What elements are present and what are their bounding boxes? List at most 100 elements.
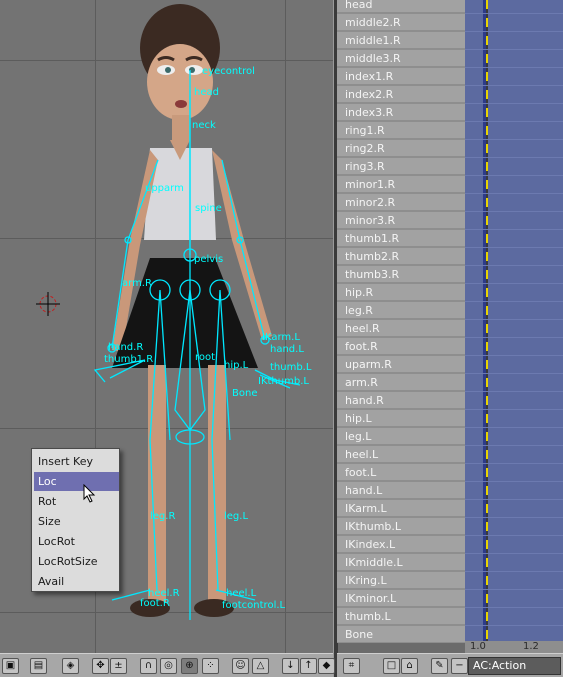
menu-item-avail[interactable]: Avail <box>34 572 119 591</box>
channel-ikmiddle-l[interactable]: IKmiddle.L <box>337 554 465 571</box>
channel-bone[interactable]: Bone <box>337 626 465 643</box>
channel-ikminor-l[interactable]: IKminor.L <box>337 590 465 607</box>
bone-label: hand.L <box>270 344 304 355</box>
bone-label: spine <box>195 203 222 214</box>
channel-index2-r[interactable]: index2.R <box>337 86 465 103</box>
channel-hip-r[interactable]: hip.R <box>337 284 465 301</box>
channel-minor3-r[interactable]: minor3.R <box>337 212 465 229</box>
action-timeline[interactable] <box>465 0 563 644</box>
timeline-row <box>465 31 563 32</box>
channel-thumb2-r[interactable]: thumb2.R <box>337 248 465 265</box>
timeline-row <box>465 247 563 248</box>
channel-middle2-r[interactable]: middle2.R <box>337 14 465 31</box>
timeline-row <box>465 373 563 374</box>
channel-thumb1-r[interactable]: thumb1.R <box>337 230 465 247</box>
channel-ikindex-l[interactable]: IKindex.L <box>337 536 465 553</box>
channel-arm-r[interactable]: arm.R <box>337 374 465 391</box>
channel-middle1-r[interactable]: middle1.R <box>337 32 465 49</box>
triangle-icon[interactable]: △ <box>252 658 269 674</box>
bone-label: foot.R <box>140 598 170 609</box>
keyframe-icon[interactable]: ◆ <box>318 658 335 674</box>
timeline-row <box>465 481 563 482</box>
channel-leg-l[interactable]: leg.L <box>337 428 465 445</box>
channel-ring1-r[interactable]: ring1.R <box>337 122 465 139</box>
layers-icon[interactable]: ▤ <box>30 658 47 674</box>
editor-type-icon[interactable]: ⌗ <box>343 658 360 674</box>
timeline-row <box>465 85 563 86</box>
home-icon[interactable]: ⌂ <box>401 658 418 674</box>
channel-thumb3-r[interactable]: thumb3.R <box>337 266 465 283</box>
timeline-row <box>465 553 563 554</box>
timeline-row <box>465 175 563 176</box>
channel-minor2-r[interactable]: minor2.R <box>337 194 465 211</box>
timeline-row <box>465 337 563 338</box>
channel-minor1-r[interactable]: minor1.R <box>337 176 465 193</box>
bone-label: Bone <box>232 388 258 399</box>
timeline-row <box>465 229 563 230</box>
timeline-row <box>465 49 563 50</box>
channel-heel-r[interactable]: heel.R <box>337 320 465 337</box>
bone-label: IKthumb.L <box>258 376 309 387</box>
bone-label: hip.L <box>224 360 249 371</box>
channel-ikthumb-l[interactable]: IKthumb.L <box>337 518 465 535</box>
proportional-icon[interactable]: ◎ <box>160 658 177 674</box>
timeline-row <box>465 121 563 122</box>
channel-middle3-r[interactable]: middle3.R <box>337 50 465 67</box>
menu-item-loc[interactable]: Loc <box>34 472 119 491</box>
menu-item-locrot[interactable]: LocRot <box>34 532 119 551</box>
channel-thumb-l[interactable]: thumb.L <box>337 608 465 625</box>
minus-icon[interactable]: − <box>451 658 468 674</box>
menu-item-rot[interactable]: Rot <box>34 492 119 511</box>
channel-ring3-r[interactable]: ring3.R <box>337 158 465 175</box>
3d-cursor-icon <box>36 292 60 316</box>
timeline-row <box>465 283 563 284</box>
arrow-down-icon[interactable]: ↓ <box>282 658 299 674</box>
snap-icon[interactable]: ⊕ <box>181 658 198 674</box>
frame-ruler[interactable]: 1.0 1.2 <box>465 641 563 653</box>
channel-index1-r[interactable]: index1.R <box>337 68 465 85</box>
render-icon[interactable]: ◈ <box>62 658 79 674</box>
timeline-row <box>465 427 563 428</box>
keyframe-column[interactable] <box>486 0 488 641</box>
channel-hip-l[interactable]: hip.L <box>337 410 465 427</box>
channel-list: head middle2.R middle1.R middle3.R index1.R i… <box>337 0 465 643</box>
pivot-icon[interactable]: ⁘ <box>202 658 219 674</box>
channel-foot-r[interactable]: foot.R <box>337 338 465 355</box>
action-name-field[interactable]: AC:Action <box>468 657 561 675</box>
timeline-row <box>465 535 563 536</box>
arrow-up-icon[interactable]: ↑ <box>300 658 317 674</box>
menu-item-locrotsize[interactable]: LocRotSize <box>34 552 119 571</box>
channel-hand-r[interactable]: hand.R <box>337 392 465 409</box>
smiley-icon[interactable]: ☺ <box>232 658 249 674</box>
timeline-row <box>465 13 563 14</box>
channel-uparm-r[interactable]: uparm.R <box>337 356 465 373</box>
bone-label: upparm <box>145 183 184 194</box>
timeline-row <box>465 319 563 320</box>
pin-icon[interactable]: ✎ <box>431 658 448 674</box>
timeline-row <box>465 157 563 158</box>
plus-minus-icon[interactable]: ± <box>110 658 127 674</box>
3d-view-header: ▣ ▤ ◈ ✥ ± ∩ ◎ ⊕ ⁘ ☺ △ ↓ ↑ ◆ <box>0 653 335 677</box>
channel-ikring-l[interactable]: IKring.L <box>337 572 465 589</box>
channel-foot-l[interactable]: foot.L <box>337 464 465 481</box>
channel-head[interactable]: head <box>337 0 465 13</box>
bone-label: leg.L <box>224 511 249 522</box>
channel-ikarm-l[interactable]: IKarm.L <box>337 500 465 517</box>
channel-hand-l[interactable]: hand.L <box>337 482 465 499</box>
menu-item-size[interactable]: Size <box>34 512 119 531</box>
timeline-row <box>465 391 563 392</box>
magnet-icon[interactable]: ∩ <box>140 658 157 674</box>
channel-heel-l[interactable]: heel.L <box>337 446 465 463</box>
bone-label: eyecontrol <box>202 66 255 77</box>
channel-ring2-r[interactable]: ring2.R <box>337 140 465 157</box>
3d-viewport[interactable]: eyecontrol head neck upparm spine pelvis… <box>0 0 333 653</box>
move-icon[interactable]: ✥ <box>92 658 109 674</box>
timeline-row <box>465 499 563 500</box>
channel-leg-r[interactable]: leg.R <box>337 302 465 319</box>
bone-label: arm.R <box>122 278 152 289</box>
square-icon[interactable]: □ <box>383 658 400 674</box>
bone-label: hand.R <box>108 342 144 353</box>
timeline-row <box>465 265 563 266</box>
cube-view-icon[interactable]: ▣ <box>2 658 19 674</box>
channel-index3-r[interactable]: index3.R <box>337 104 465 121</box>
